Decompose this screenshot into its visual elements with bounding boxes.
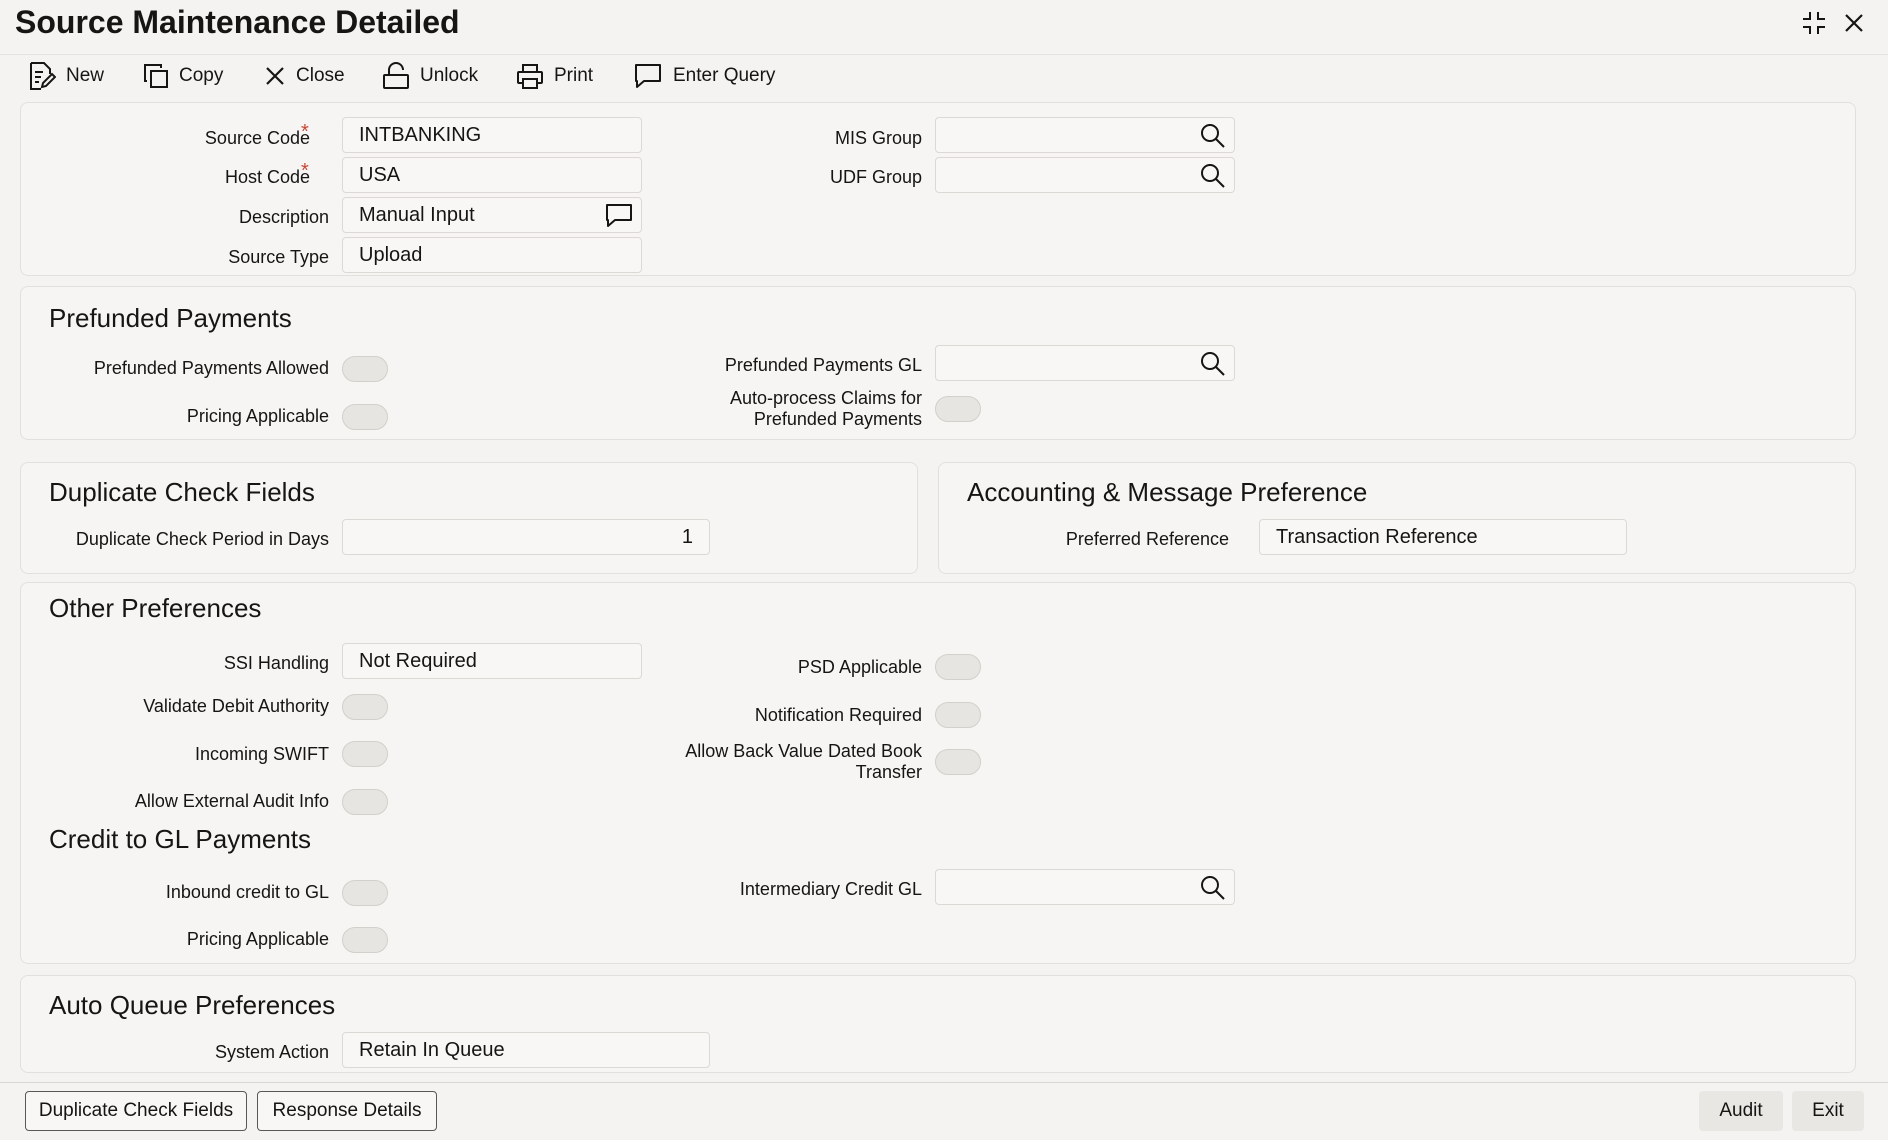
host-code-field[interactable]: USA <box>342 157 642 193</box>
auto-queue-panel: Auto Queue Preferences System Action Ret… <box>20 975 1856 1073</box>
footer-bar: Duplicate Check Fields Response Details … <box>0 1082 1888 1140</box>
response-details-button[interactable]: Response Details <box>257 1091 437 1131</box>
udf-group-label: UDF Group <box>829 167 922 187</box>
back-value-label-line1: Allow Back Value Dated Book <box>685 741 922 761</box>
back-value-toggle[interactable] <box>935 749 981 775</box>
udf-group-field[interactable] <box>935 157 1235 193</box>
required-marker: * <box>301 160 309 182</box>
copy-button[interactable]: Copy <box>143 59 223 93</box>
search-icon[interactable] <box>1200 163 1226 192</box>
query-icon <box>635 64 661 88</box>
prefunded-payments-panel: Prefunded Payments Prefunded Payments Al… <box>20 286 1856 440</box>
autoprocess-claims-toggle[interactable] <box>935 396 981 422</box>
autoprocess-claims-label: Auto-process Claims for Prefunded Paymen… <box>730 388 922 430</box>
search-icon[interactable] <box>1200 123 1226 152</box>
window-title: Source Maintenance Detailed <box>15 4 460 40</box>
duplicate-check-fields-button[interactable]: Duplicate Check Fields <box>25 1091 247 1131</box>
close-button[interactable]: Close <box>264 59 345 93</box>
unlock-button[interactable]: Unlock <box>382 59 478 93</box>
intermediary-gl-field[interactable] <box>935 869 1235 905</box>
credit-pricing-label: Pricing Applicable <box>186 929 329 949</box>
ssi-handling-field[interactable]: Not Required <box>342 643 642 679</box>
printer-icon <box>517 64 543 89</box>
prefunded-section-title: Prefunded Payments <box>49 303 292 333</box>
back-value-label-line2: Transfer <box>855 762 922 782</box>
duplicate-section-title: Duplicate Check Fields <box>49 477 315 507</box>
print-label: Print <box>554 65 594 86</box>
host-code-label: Host Code <box>224 167 310 187</box>
mis-group-label: MIS Group <box>834 128 922 148</box>
minimize-icon[interactable] <box>1797 6 1831 40</box>
description-field[interactable]: Manual Input <box>342 197 642 233</box>
other-section-title: Other Preferences <box>49 593 262 623</box>
external-audit-toggle[interactable] <box>342 789 388 815</box>
notification-required-label: Notification Required <box>754 705 922 725</box>
required-marker: * <box>301 121 309 143</box>
incoming-swift-label: Incoming SWIFT <box>194 744 329 764</box>
accounting-section-title: Accounting & Message Preference <box>967 477 1368 507</box>
credit-pricing-toggle[interactable] <box>342 927 388 953</box>
other-preferences-panel: Other Preferences SSI Handling Not Requi… <box>20 582 1856 964</box>
psd-applicable-toggle[interactable] <box>935 654 981 680</box>
copy-icon <box>144 64 168 88</box>
description-label: Description <box>238 207 329 227</box>
psd-applicable-label: PSD Applicable <box>797 657 922 677</box>
autoprocess-label-line2: Prefunded Payments <box>753 409 922 429</box>
unlock-icon <box>383 62 409 89</box>
duplicate-period-field[interactable]: 1 <box>342 519 710 555</box>
system-action-label: System Action <box>214 1042 329 1062</box>
notification-required-toggle[interactable] <box>935 702 981 728</box>
copy-label: Copy <box>179 65 224 86</box>
toolbar: New Copy Close Unlock Print Enter Query <box>0 54 1888 95</box>
mis-group-field[interactable] <box>935 117 1235 153</box>
duplicate-check-panel: Duplicate Check Fields Duplicate Check P… <box>20 462 918 574</box>
close-window-icon[interactable] <box>1837 6 1871 40</box>
new-label: New <box>66 65 105 86</box>
incoming-swift-toggle[interactable] <box>342 741 388 767</box>
back-value-label: Allow Back Value Dated Book Transfer <box>685 741 922 783</box>
enter-query-button[interactable]: Enter Query <box>633 59 775 93</box>
prefunded-allowed-label: Prefunded Payments Allowed <box>93 358 329 378</box>
validate-debit-toggle[interactable] <box>342 694 388 720</box>
new-document-icon <box>30 62 56 90</box>
prefunded-allowed-toggle[interactable] <box>342 356 388 382</box>
prefunded-pricing-toggle[interactable] <box>342 404 388 430</box>
print-button[interactable]: Print <box>516 59 593 93</box>
validate-debit-label: Validate Debit Authority <box>143 696 329 716</box>
new-button[interactable]: New <box>28 59 104 93</box>
comment-icon[interactable] <box>605 203 633 232</box>
inbound-credit-toggle[interactable] <box>342 880 388 906</box>
intermediary-gl-label: Intermediary Credit GL <box>739 879 922 899</box>
prefunded-gl-label: Prefunded Payments GL <box>724 355 922 375</box>
credit-gl-section-title: Credit to GL Payments <box>49 824 312 854</box>
source-type-label: Source Type <box>228 247 329 267</box>
autoprocess-label-line1: Auto-process Claims for <box>729 388 922 408</box>
exit-button[interactable]: Exit <box>1792 1091 1864 1131</box>
external-audit-label: Allow External Audit Info <box>134 791 329 811</box>
system-action-field[interactable]: Retain In Queue <box>342 1032 710 1068</box>
preferred-reference-label: Preferred Reference <box>1065 529 1229 549</box>
duplicate-period-label: Duplicate Check Period in Days <box>75 529 329 549</box>
source-code-label: Source Code <box>204 128 310 148</box>
unlock-label: Unlock <box>420 65 479 86</box>
search-icon[interactable] <box>1200 351 1226 380</box>
preferred-reference-field[interactable]: Transaction Reference <box>1259 519 1627 555</box>
close-icon <box>266 67 284 85</box>
audit-button[interactable]: Audit <box>1699 1091 1783 1131</box>
prefunded-gl-field[interactable] <box>935 345 1235 381</box>
enter-query-label: Enter Query <box>673 65 776 86</box>
close-label: Close <box>296 65 345 86</box>
source-code-field[interactable]: INTBANKING <box>342 117 642 153</box>
inbound-credit-label: Inbound credit to GL <box>165 882 329 902</box>
search-icon[interactable] <box>1200 875 1226 904</box>
description-value: Manual Input <box>359 204 475 226</box>
source-type-field[interactable]: Upload <box>342 237 642 273</box>
title-bar: Source Maintenance Detailed <box>0 0 1888 52</box>
ssi-handling-label: SSI Handling <box>223 653 329 673</box>
header-panel: Source Code * INTBANKING Host Code * USA… <box>20 102 1856 276</box>
auto-queue-section-title: Auto Queue Preferences <box>49 990 336 1020</box>
prefunded-pricing-label: Pricing Applicable <box>186 406 329 426</box>
accounting-message-panel: Accounting & Message Preference Preferre… <box>938 462 1856 574</box>
